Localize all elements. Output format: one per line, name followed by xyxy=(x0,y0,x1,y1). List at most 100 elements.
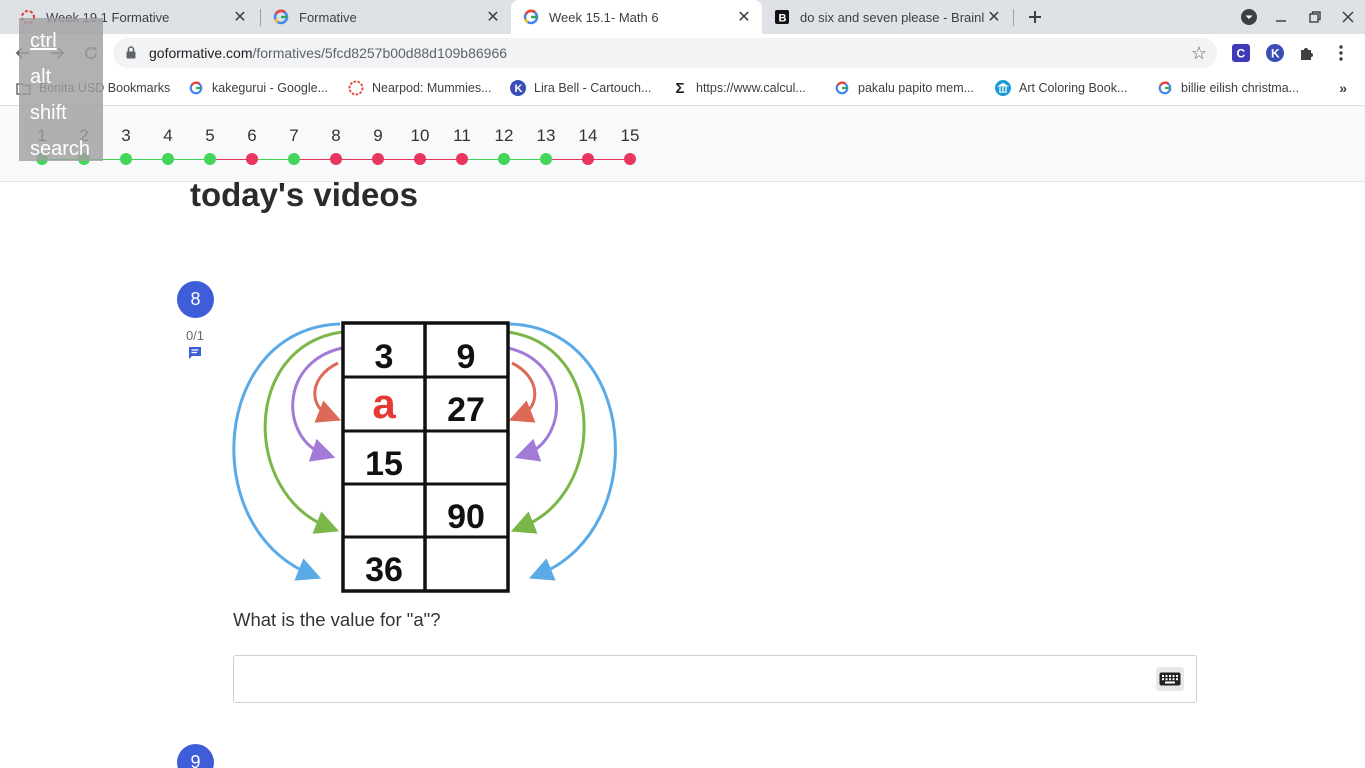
progress-question-number[interactable]: 14 xyxy=(573,126,603,146)
progress-status-dot[interactable] xyxy=(456,153,468,165)
c-extension-icon[interactable]: C xyxy=(1231,43,1251,63)
progress-status-dot[interactable] xyxy=(120,153,132,165)
bookmark-star-icon[interactable]: ☆ xyxy=(1191,43,1207,64)
bookmark-label: https://www.calcul... xyxy=(696,81,806,95)
cell-left-2: a xyxy=(372,380,396,427)
minimize-icon[interactable] xyxy=(1270,6,1292,28)
key-ctrl: ctrl xyxy=(30,30,57,52)
restore-icon[interactable] xyxy=(1304,6,1326,28)
browser-toolbar: goformative.com/formatives/5fcd8257b00d8… xyxy=(0,34,1365,72)
cell-left-3: 15 xyxy=(365,445,403,483)
new-tab-icon[interactable] xyxy=(1023,5,1047,29)
close-tab-icon[interactable]: ✕ xyxy=(483,7,503,27)
arrow-green-right xyxy=(507,330,586,534)
bookmark-label: pakalu papito mem... xyxy=(858,81,975,95)
tab-separator xyxy=(1013,9,1014,26)
key-shift: shift xyxy=(30,102,67,124)
question-text: What is the value for "a"? xyxy=(233,609,441,630)
bookmark-calculator[interactable]: Σ https://www.calcul... xyxy=(672,79,806,97)
progress-status-dot[interactable] xyxy=(540,153,552,165)
close-window-icon[interactable] xyxy=(1337,6,1359,28)
progress-status-dot[interactable] xyxy=(162,153,174,165)
k-extension-icon[interactable]: K xyxy=(1265,43,1285,63)
url-host: goformative.com xyxy=(149,45,253,61)
progress-question-number[interactable]: 6 xyxy=(237,126,267,146)
question-progress-nav: 123456789101112131415 xyxy=(0,106,1365,182)
google-g-icon xyxy=(188,80,204,96)
bookmark-billie-eilish[interactable]: billie eilish christma... xyxy=(1157,80,1299,96)
arrow-green-left xyxy=(263,330,343,534)
tab-brainly[interactable]: B do six and seven please - Brainly ✕ xyxy=(762,0,1012,34)
next-question-badge[interactable]: 9 xyxy=(177,744,214,768)
question-number-badge[interactable]: 8 xyxy=(177,281,214,318)
section-title: today's videos xyxy=(190,176,418,213)
tab-title: Formative xyxy=(299,9,357,25)
address-bar[interactable]: goformative.com/formatives/5fcd8257b00d8… xyxy=(113,38,1217,68)
google-g-icon xyxy=(834,80,850,96)
progress-status-dot[interactable] xyxy=(498,153,510,165)
progress-status-dot[interactable] xyxy=(246,153,258,165)
progress-status-dot[interactable] xyxy=(624,153,636,165)
comment-icon[interactable] xyxy=(187,345,203,361)
progress-question-number[interactable]: 15 xyxy=(615,126,645,146)
progress-question-number[interactable]: 11 xyxy=(447,126,477,146)
svg-text:K: K xyxy=(1271,47,1280,61)
bookmark-label: billie eilish christma... xyxy=(1181,81,1300,95)
ratio-table-figure: 3 a 15 36 9 27 90 xyxy=(232,321,617,593)
bookmark-label: Nearpod: Mummies... xyxy=(372,81,492,95)
cell-right-1: 9 xyxy=(457,338,476,376)
score-text: 0/1 xyxy=(185,328,205,343)
svg-text:B: B xyxy=(779,13,787,25)
kebab-menu-icon[interactable] xyxy=(1331,43,1351,63)
cell-left-5: 36 xyxy=(365,551,403,589)
puzzle-extensions-icon[interactable] xyxy=(1297,43,1317,63)
progress-question-number[interactable]: 12 xyxy=(489,126,519,146)
bookmark-label: kakegurui - Google... xyxy=(212,81,329,95)
progress-question-number[interactable]: 9 xyxy=(363,126,393,146)
progress-status-dot[interactable] xyxy=(330,153,342,165)
bookmark-label: Art Coloring Book... xyxy=(1019,81,1128,95)
progress-status-dot[interactable] xyxy=(288,153,300,165)
progress-question-number[interactable]: 10 xyxy=(405,126,435,146)
key-alt: alt xyxy=(30,66,52,88)
progress-question-number[interactable]: 4 xyxy=(153,126,183,146)
google-g-icon xyxy=(523,9,539,25)
k-circle-icon: K xyxy=(510,80,526,96)
bookmark-lira-bell[interactable]: K Lira Bell - Cartouch... xyxy=(510,80,651,96)
svg-text:C: C xyxy=(1237,47,1246,61)
progress-question-number[interactable]: 7 xyxy=(279,126,309,146)
answer-input[interactable] xyxy=(233,655,1197,703)
close-tab-icon[interactable]: ✕ xyxy=(734,7,754,27)
progress-status-dot[interactable] xyxy=(372,153,384,165)
tab-search-icon[interactable] xyxy=(1238,6,1260,28)
url-text: goformative.com/formatives/5fcd8257b00d8… xyxy=(149,45,507,61)
tab-formative[interactable]: Formative ✕ xyxy=(261,0,511,34)
progress-status-dot[interactable] xyxy=(414,153,426,165)
close-tab-icon[interactable]: ✕ xyxy=(230,7,250,27)
tab-strip: Week 19.1 Formative ✕ Formative ✕ Week 1… xyxy=(0,0,1365,34)
progress-question-number[interactable]: 3 xyxy=(111,126,141,146)
sigma-icon: Σ xyxy=(675,79,685,97)
bookmark-pakalu-papito[interactable]: pakalu papito mem... xyxy=(834,80,974,96)
arrow-red-left xyxy=(313,361,342,423)
cell-right-2: 27 xyxy=(447,391,485,429)
bookmark-label: Lira Bell - Cartouch... xyxy=(534,81,652,95)
progress-question-number[interactable]: 8 xyxy=(321,126,351,146)
cell-right-4: 90 xyxy=(447,498,485,536)
tab-week-15-math-6[interactable]: Week 15.1- Math 6 ✕ xyxy=(511,0,762,34)
arrow-red-right xyxy=(508,361,537,423)
bookmark-nearpod[interactable]: Nearpod: Mummies... xyxy=(348,80,491,96)
progress-question-number[interactable]: 5 xyxy=(195,126,225,146)
bookmark-art-coloring[interactable]: Art Coloring Book... xyxy=(995,80,1127,96)
cell-left-1: 3 xyxy=(375,338,394,376)
bookmarks-overflow-chevron[interactable]: » xyxy=(1339,80,1347,96)
progress-status-dot[interactable] xyxy=(204,153,216,165)
keyboard-icon[interactable] xyxy=(1156,667,1184,691)
url-path: /formatives/5fcd8257b00d88d109b86966 xyxy=(252,45,508,61)
bookmark-kakegurui[interactable]: kakegurui - Google... xyxy=(188,80,328,96)
tab-title: do six and seven please - Brainly xyxy=(800,9,984,25)
progress-status-dot[interactable] xyxy=(582,153,594,165)
lock-icon xyxy=(126,46,136,64)
close-tab-icon[interactable]: ✕ xyxy=(984,7,1004,27)
progress-question-number[interactable]: 13 xyxy=(531,126,561,146)
